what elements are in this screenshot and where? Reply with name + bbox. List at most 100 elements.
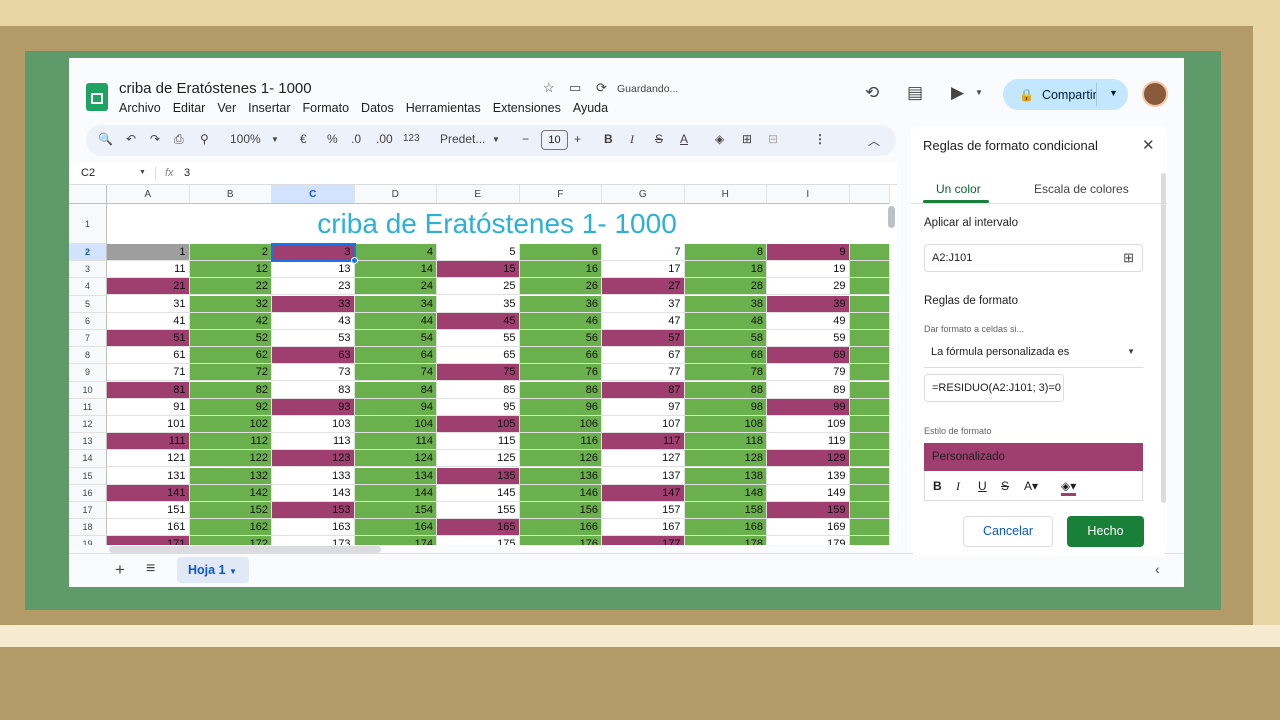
grid-cell[interactable]: 12 — [189, 261, 272, 279]
grid-cell[interactable]: 138 — [684, 467, 767, 485]
row-header[interactable]: 16 — [69, 484, 107, 502]
grid-cell[interactable]: 137 — [602, 467, 685, 485]
undo-icon[interactable]: ↶ — [126, 132, 136, 146]
grid-cell[interactable]: 164 — [354, 519, 437, 537]
grid-cell[interactable]: 123 — [272, 450, 355, 468]
column-header[interactable]: I — [767, 185, 850, 204]
grid-cell[interactable]: 179 — [767, 536, 850, 545]
history-icon[interactable]: ⟲ — [865, 83, 879, 103]
grid-cell[interactable]: 23 — [272, 278, 355, 296]
grid-cell[interactable]: 62 — [189, 347, 272, 365]
grid-cell[interactable]: 73 — [272, 364, 355, 382]
zoom-select[interactable]: 100% — [230, 132, 261, 146]
grid-cell[interactable]: 124 — [354, 450, 437, 468]
grid-cell[interactable]: 8 — [684, 244, 767, 261]
grid-cell[interactable]: 17 — [602, 261, 685, 279]
grid-cell[interactable]: 36 — [519, 295, 602, 313]
grid-cell[interactable]: 126 — [519, 450, 602, 468]
row-header[interactable]: 7 — [69, 330, 107, 348]
grid-cell[interactable]: 149 — [767, 484, 850, 502]
chevron-down-icon[interactable]: ▼ — [975, 88, 983, 97]
grid-cell[interactable]: 56 — [519, 330, 602, 347]
merge-cells-icon[interactable]: ⊟ — [768, 132, 778, 146]
grid-cell[interactable]: 74 — [354, 364, 437, 382]
grid-cell[interactable]: 98 — [684, 398, 767, 416]
column-header[interactable]: E — [437, 185, 520, 204]
grid-cell[interactable]: 141 — [107, 484, 190, 502]
grid-cell[interactable]: 37 — [602, 295, 685, 313]
grid-cell[interactable]: 144 — [354, 484, 437, 502]
grid-cell[interactable]: 115 — [437, 433, 520, 451]
chevron-down-icon[interactable]: ▼ — [139, 169, 146, 176]
bold-icon[interactable]: B — [604, 132, 613, 146]
grid-cell[interactable]: 33 — [272, 295, 355, 313]
grid-cell[interactable]: 96 — [519, 398, 602, 416]
menu-item[interactable]: Herramientas — [406, 101, 481, 115]
format-style-preview[interactable]: Personalizado — [924, 443, 1143, 471]
formula-field[interactable]: =RESIDUO(A2:J101; 3)=0 — [924, 374, 1064, 402]
grid-cell[interactable]: 75 — [437, 364, 520, 382]
grid-cell[interactable]: 99 — [767, 398, 850, 416]
paint-format-icon[interactable]: ⚲ — [200, 132, 209, 146]
grid-cell[interactable]: 161 — [107, 519, 190, 537]
grid-cell[interactable]: 175 — [437, 536, 520, 545]
grid-cell[interactable]: 59 — [767, 330, 850, 347]
column-header[interactable]: D — [354, 185, 437, 204]
column-header[interactable]: F — [519, 185, 602, 204]
chevron-down-icon[interactable]: ▼ — [271, 135, 279, 144]
font-select[interactable]: Predet... — [440, 132, 485, 146]
column-header[interactable]: C — [272, 185, 355, 204]
grid-cell[interactable]: 16 — [519, 261, 602, 279]
grid-cell[interactable]: 61 — [107, 347, 190, 365]
grid-cell[interactable]: 167 — [602, 519, 685, 537]
grid-cell[interactable]: 69 — [767, 347, 850, 365]
grid-cell[interactable]: 28 — [684, 278, 767, 296]
grid-cell[interactable]: 113 — [272, 433, 355, 451]
grid-cell[interactable]: 1 — [107, 244, 190, 261]
grid-cell[interactable]: 71 — [107, 364, 190, 382]
grid-cell[interactable]: 54 — [354, 330, 437, 347]
grid-cell[interactable]: 48 — [684, 312, 767, 330]
grid-cell[interactable]: 51 — [107, 330, 190, 347]
grid-cell[interactable]: 55 — [437, 330, 520, 347]
tab-color-scale[interactable]: Escala de colores — [1034, 182, 1129, 196]
chevron-down-icon[interactable]: ▼ — [492, 135, 500, 144]
redo-icon[interactable]: ↷ — [150, 132, 160, 146]
currency-button[interactable]: € — [300, 132, 307, 146]
grid-cell[interactable]: 169 — [767, 519, 850, 537]
grid-cell[interactable]: 52 — [189, 330, 272, 347]
grid-cell[interactable]: 88 — [684, 381, 767, 399]
grid-cell[interactable]: 173 — [272, 536, 355, 545]
grid-cell[interactable]: 82 — [189, 381, 272, 399]
grid-cell[interactable]: 3 — [272, 244, 355, 261]
grid-cell[interactable]: 155 — [437, 502, 520, 519]
grid-cell[interactable]: 159 — [767, 502, 850, 519]
share-dropdown-icon[interactable]: ▼ — [1109, 88, 1118, 98]
row-header[interactable]: 14 — [69, 450, 107, 468]
grid-cell[interactable]: 128 — [684, 450, 767, 468]
menu-item[interactable]: Ayuda — [573, 101, 608, 115]
grid-cell[interactable]: 47 — [602, 312, 685, 330]
grid-cell[interactable]: 68 — [684, 347, 767, 365]
grid-cell[interactable]: 41 — [107, 312, 190, 330]
menu-item[interactable]: Formato — [303, 101, 350, 115]
avatar[interactable] — [1142, 81, 1168, 107]
grid-cell[interactable] — [849, 295, 890, 313]
column-header[interactable]: H — [684, 185, 767, 204]
collapse-side-panel-icon[interactable]: ‹ — [1155, 561, 1160, 577]
sheet-tab[interactable]: Hoja 1 ▼ — [177, 557, 249, 583]
share-button[interactable]: 🔒 Compartir ▼ — [1003, 79, 1128, 110]
italic-icon[interactable]: I — [956, 479, 960, 494]
grid-cell[interactable]: 46 — [519, 312, 602, 330]
all-sheets-icon[interactable]: ≡ — [146, 560, 155, 578]
row-header[interactable]: 19 — [69, 536, 107, 545]
grid-cell[interactable] — [849, 312, 890, 330]
row-header[interactable]: 6 — [69, 312, 107, 330]
grid-cell[interactable]: 147 — [602, 484, 685, 502]
grid-cell[interactable]: 83 — [272, 381, 355, 399]
cancel-button[interactable]: Cancelar — [963, 516, 1053, 547]
grid-cell[interactable] — [849, 381, 890, 399]
font-size-decrease-icon[interactable]: − — [522, 132, 529, 146]
increase-decimal-button[interactable]: .00 — [376, 132, 393, 146]
row-header[interactable]: 1 — [69, 204, 107, 244]
